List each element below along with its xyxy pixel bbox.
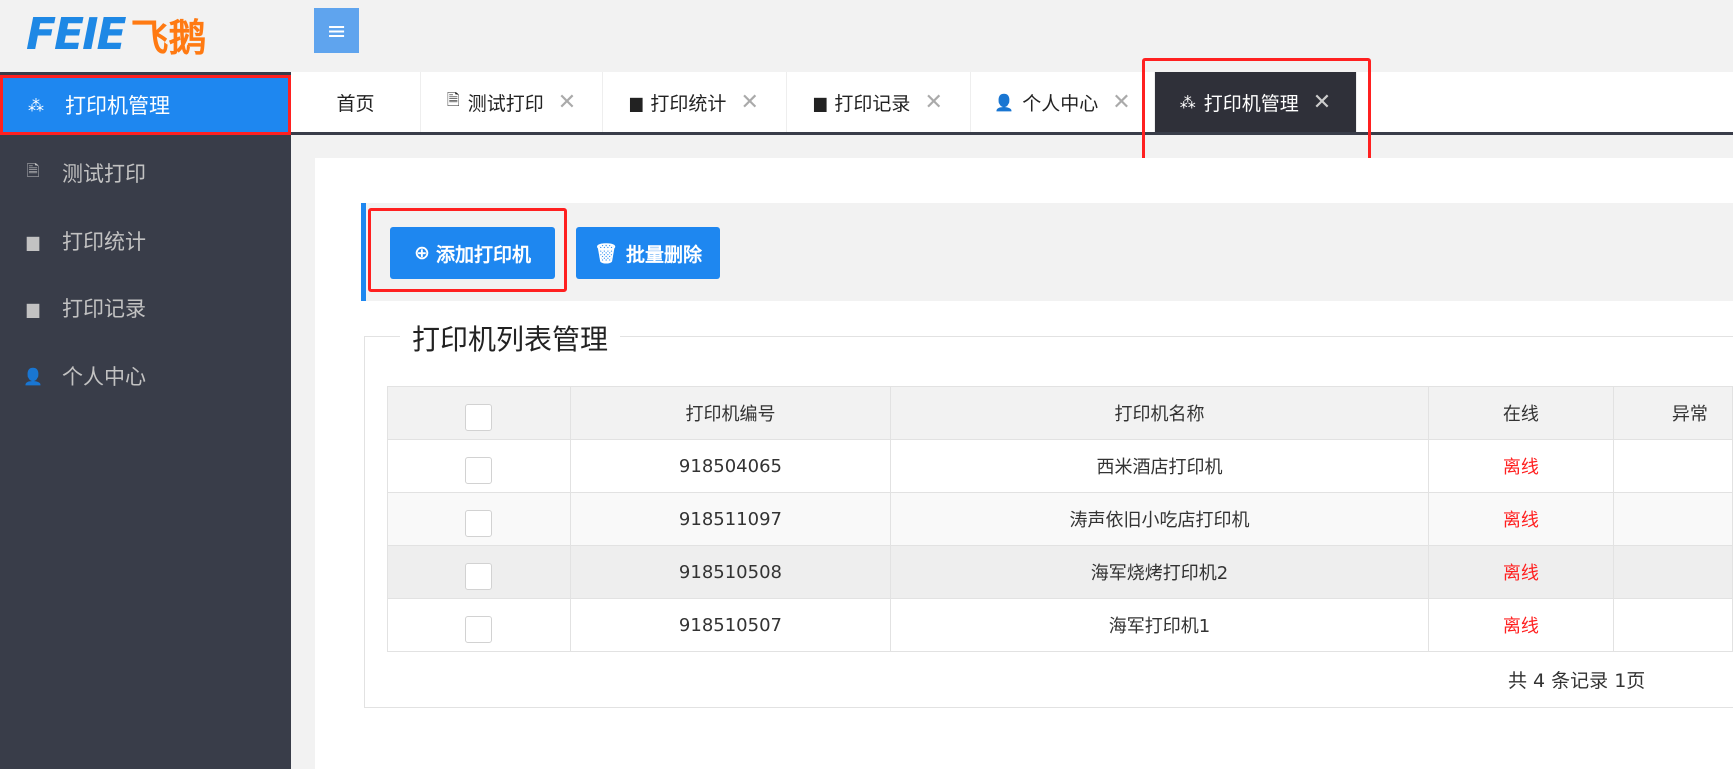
table-header: 打印机编号 打印机名称 在线 异常 bbox=[387, 386, 1733, 440]
table-row[interactable]: 918511097 涛声依旧小吃店打印机 离线 bbox=[387, 492, 1733, 546]
status-offline: 离线 bbox=[1427, 545, 1614, 599]
sidebar-item-printer-management[interactable]: ⁂ 打印机管理 bbox=[0, 75, 291, 135]
close-icon[interactable]: ✕ bbox=[740, 90, 758, 115]
highlight-box bbox=[368, 208, 567, 292]
batch-delete-button[interactable]: 🗑 批量删除 bbox=[576, 227, 720, 279]
sidebar-item-personal-center[interactable]: 👤 个人中心 bbox=[0, 346, 291, 406]
presentation-icon: ▆ bbox=[26, 298, 40, 318]
close-icon[interactable]: ✕ bbox=[1112, 90, 1130, 115]
close-icon[interactable]: ✕ bbox=[558, 90, 576, 115]
trash-icon: 🗑 bbox=[593, 242, 619, 265]
presentation-icon: ▆ bbox=[814, 92, 827, 112]
select-all-checkbox[interactable] bbox=[465, 403, 493, 431]
hamburger-icon: ≡ bbox=[326, 16, 347, 45]
printer-table: 打印机编号 打印机名称 在线 异常 918504065 西米酒店打印机 离线 918… bbox=[387, 386, 1733, 652]
table-row[interactable]: 918510508 海军烧烤打印机2 离线 bbox=[387, 545, 1733, 599]
col-name: 打印机名称 bbox=[890, 386, 1429, 440]
table-row[interactable]: 918510507 海军打印机1 离线 bbox=[387, 598, 1733, 652]
presentation-icon: ▆ bbox=[630, 92, 643, 112]
sidebar-item-test-print[interactable]: 🗎 测试打印 bbox=[0, 143, 291, 203]
user-icon: 👤 bbox=[23, 366, 43, 386]
user-icon: 👤 bbox=[994, 92, 1015, 112]
table-row[interactable]: 918504065 西米酒店打印机 离线 bbox=[387, 439, 1733, 493]
col-online: 在线 bbox=[1427, 386, 1614, 440]
row-checkbox[interactable] bbox=[465, 456, 493, 484]
tab-print-records[interactable]: ▆ 打印记录 ✕ bbox=[787, 72, 971, 132]
logo: FEIE 飞鹅 bbox=[26, 8, 207, 60]
sidebar: ⁂ 打印机管理 🗎 测试打印 ▆ 打印统计 ▆ 打印记录 👤 个人中心 bbox=[0, 72, 291, 769]
tab-home[interactable]: 首页 bbox=[291, 72, 421, 132]
tab-personal-center[interactable]: 👤 个人中心 ✕ bbox=[971, 72, 1155, 132]
cubes-icon: ⁂ bbox=[28, 95, 44, 115]
top-bar bbox=[0, 0, 1733, 72]
section-title: 打印机列表管理 bbox=[400, 318, 621, 358]
row-checkbox[interactable] bbox=[465, 562, 493, 590]
sidebar-item-print-records[interactable]: ▆ 打印记录 bbox=[0, 278, 291, 338]
sidebar-item-print-stats[interactable]: ▆ 打印统计 bbox=[0, 211, 291, 271]
row-checkbox[interactable] bbox=[465, 615, 493, 643]
tab-test-print[interactable]: 🗎 测试打印 ✕ bbox=[421, 72, 603, 132]
document-icon: 🗎 bbox=[26, 160, 40, 180]
status-offline: 离线 bbox=[1427, 598, 1614, 652]
status-offline: 离线 bbox=[1427, 492, 1614, 546]
highlight-box bbox=[1142, 58, 1371, 164]
menu-toggle-button[interactable]: ≡ bbox=[314, 8, 359, 53]
col-sn: 打印机编号 bbox=[569, 386, 892, 440]
col-abnormal: 异常 bbox=[1612, 386, 1733, 440]
close-icon[interactable]: ✕ bbox=[924, 90, 942, 115]
presentation-icon: ▆ bbox=[26, 231, 40, 251]
pagination-summary: 共 4 条记录 1页 bbox=[1508, 670, 1646, 692]
tab-bar: 首页 🗎 测试打印 ✕ ▆ 打印统计 ✕ ▆ 打印记录 ✕ 👤 个人中心 ✕ ⁂ 打印机管理 ✕ bbox=[291, 72, 1733, 135]
row-checkbox[interactable] bbox=[465, 509, 493, 537]
status-offline: 离线 bbox=[1427, 439, 1614, 493]
tab-print-stats[interactable]: ▆ 打印统计 ✕ bbox=[603, 72, 787, 132]
document-icon: 🗎 bbox=[446, 89, 460, 109]
